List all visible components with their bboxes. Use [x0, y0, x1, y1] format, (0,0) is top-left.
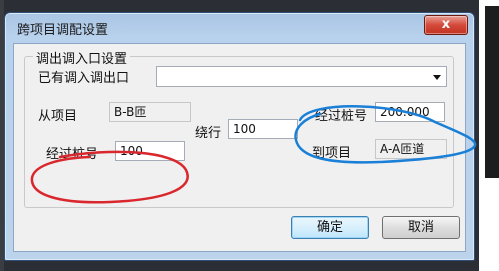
red-annotation-circle [30, 150, 189, 204]
blue-annotation-circle [294, 105, 477, 164]
markup-overlay [30, 105, 477, 204]
